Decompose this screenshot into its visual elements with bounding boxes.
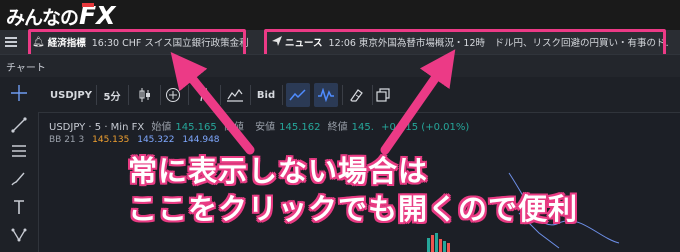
crosshair-icon[interactable] [9, 83, 29, 103]
indicators-fx-icon[interactable] [192, 83, 216, 107]
logo-text-fx: FX [79, 1, 116, 30]
economic-indicator-ticker[interactable]: 🔔︎ 経済指標 16:30 CHF スイス国立銀行政策金利 [28, 32, 248, 52]
legend-change: +0.015 (+0.01%) [381, 122, 470, 133]
app-header: みんなの FX [0, 0, 680, 30]
chart-area[interactable]: USDJPY · 5 · Min FX 始値 145.165 高値 安値 145.1… [39, 113, 680, 252]
pulse-chart-icon[interactable] [314, 83, 338, 107]
logo-text-jp: みんなの [6, 7, 79, 29]
pattern-tool-icon[interactable] [9, 225, 29, 245]
symbol-selector[interactable]: USDJPY [50, 83, 92, 107]
legend-symbol: USDJPY · 5 · Min FX [49, 122, 145, 133]
economic-indicator-label: 経済指標 [47, 38, 86, 49]
news-label: ニュース [285, 38, 323, 49]
tab-strip: チャート [0, 54, 680, 77]
line-chart-icon[interactable] [286, 83, 310, 107]
news-text: 12:06 東京外国為替市場概況・12時 ドル円、リスク回避の円買い・有事のド… [328, 38, 668, 49]
legend-close-value: 145. [351, 122, 374, 133]
legend-high-label: 高値 [223, 122, 244, 133]
bb-label: BB 21 3 [49, 135, 85, 145]
candlestick-icon[interactable] [134, 83, 156, 107]
news-bar: 🔔︎ 経済指標 16:30 CHF スイス国立銀行政策金利 ニュース 12:06… [0, 30, 680, 54]
tab-chart[interactable]: チャート [6, 59, 46, 74]
bb-lower-value: 144.948 [182, 135, 220, 145]
paper-plane-icon [272, 35, 282, 49]
bell-icon: 🔔︎ [32, 36, 45, 48]
trend-line-icon[interactable] [9, 115, 29, 135]
drawing-toolbar [0, 77, 39, 252]
news-ticker[interactable]: ニュース 12:06 東京外国為替市場概況・12時 ドル円、リスク回避の円買い・… [266, 32, 668, 52]
add-indicator-icon[interactable] [162, 83, 184, 107]
economic-indicator-text: 16:30 CHF スイス国立銀行政策金利 [91, 38, 248, 49]
text-tool-icon[interactable] [9, 197, 29, 217]
price-chart-canvas [427, 172, 620, 252]
brush-icon[interactable] [9, 169, 29, 189]
horizontal-lines-icon[interactable] [9, 141, 29, 161]
bb-mid-value: 145.135 [92, 135, 130, 145]
legend-open-value: 145.165 [175, 122, 217, 133]
hamburger-menu-icon[interactable] [4, 35, 18, 49]
minna-no-fx-logo[interactable]: みんなの FX [6, 1, 116, 30]
bollinger-legend: BB 21 3 145.135 145.322 144.948 [49, 135, 225, 145]
legend-close-label: 終値 [327, 122, 348, 133]
eraser-icon[interactable] [344, 83, 368, 107]
screenshot-icon[interactable] [372, 83, 394, 107]
chart-legend: USDJPY · 5 · Min FX 始値 145.165 高値 安値 145.1… [49, 118, 473, 133]
legend-low-label: 安値 [255, 122, 276, 133]
legend-open-label: 始値 [151, 122, 172, 133]
bid-ask-toggle[interactable]: Bid [254, 83, 278, 107]
compare-chart-icon[interactable] [224, 83, 246, 107]
bb-upper-value: 145.322 [137, 135, 175, 145]
interval-selector[interactable]: 5分 [100, 83, 124, 107]
legend-low-value: 145.162 [279, 122, 321, 133]
chart-toolbar: USDJPY 5分 Bid [38, 77, 680, 113]
